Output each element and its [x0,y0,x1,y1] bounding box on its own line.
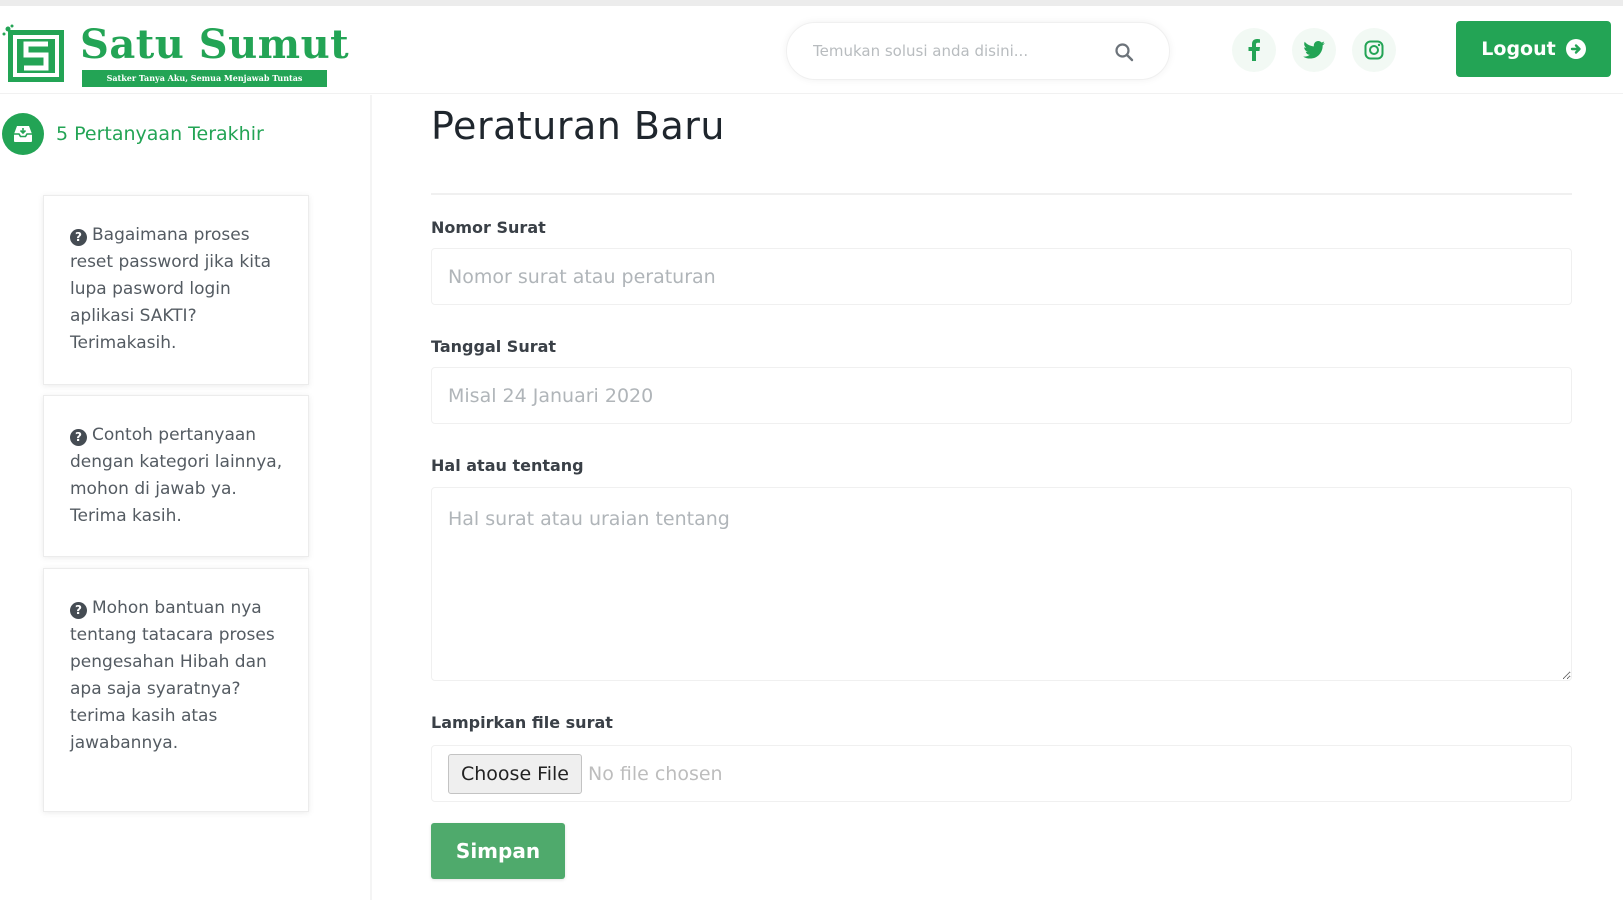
page-title: Peraturan Baru [431,104,725,148]
nomor-surat-input[interactable] [431,248,1572,305]
hal-textarea[interactable] [431,487,1572,681]
logout-label: Logout [1481,38,1556,60]
twitter-icon [1303,41,1325,59]
brand-title: Satu Sumut [80,21,350,68]
facebook-icon [1248,39,1260,61]
search-bar [786,22,1170,80]
logo-mark-icon [2,24,64,82]
logout-button[interactable]: Logout [1456,21,1611,77]
title-divider [431,193,1572,195]
site-logo[interactable]: Satu Sumut Satker Tanya Aku, Semua Menja… [2,18,349,88]
nomor-surat-label: Nomor Surat [431,218,546,237]
question-card[interactable]: ? Contoh pertanyaan dengan kategori lainn… [43,395,309,557]
file-status: No file chosen [587,762,723,785]
question-circle-icon: ? [70,602,87,619]
file-input: Choose File No file chosen [431,745,1572,802]
question-circle-icon: ? [70,229,87,246]
instagram-icon [1364,40,1384,60]
twitter-link[interactable] [1292,28,1336,72]
recent-questions-label: 5 Pertanyaan Terakhir [56,123,264,145]
question-card[interactable]: ? Bagaimana proses reset password jika ki… [43,195,309,385]
question-text: Contoh pertanyaan dengan kategori lainny… [70,425,283,526]
search-input[interactable] [813,37,1103,65]
brand-tagline: Satker Tanya Aku, Semua Menjawab Tuntas [82,70,327,87]
arrow-circle-right-icon [1565,39,1586,59]
tanggal-surat-input[interactable] [431,367,1572,424]
question-circle-icon: ? [70,429,87,446]
save-button[interactable]: Simpan [431,823,565,879]
question-card[interactable]: ? Mohon bantuan nya tentang tatacara pros… [43,568,309,812]
search-button[interactable] [1109,37,1139,67]
choose-file-button[interactable]: Choose File [448,753,582,794]
instagram-link[interactable] [1352,28,1396,72]
facebook-link[interactable] [1232,28,1276,72]
hal-label: Hal atau tentang [431,456,584,475]
question-text: Mohon bantuan nya tentang tatacara prose… [70,598,275,753]
file-label: Lampirkan file surat [431,713,613,732]
recent-questions-heading: 5 Pertanyaan Terakhir [2,113,264,155]
inbox-icon [2,113,44,155]
search-icon [1115,43,1134,62]
question-text: Bagaimana proses reset password jika kit… [70,225,272,353]
tanggal-surat-label: Tanggal Surat [431,337,557,356]
sidebar: 5 Pertanyaan Terakhir ? Bagaimana proses … [0,95,372,900]
site-header: Satu Sumut Satker Tanya Aku, Semua Menja… [0,6,1623,94]
